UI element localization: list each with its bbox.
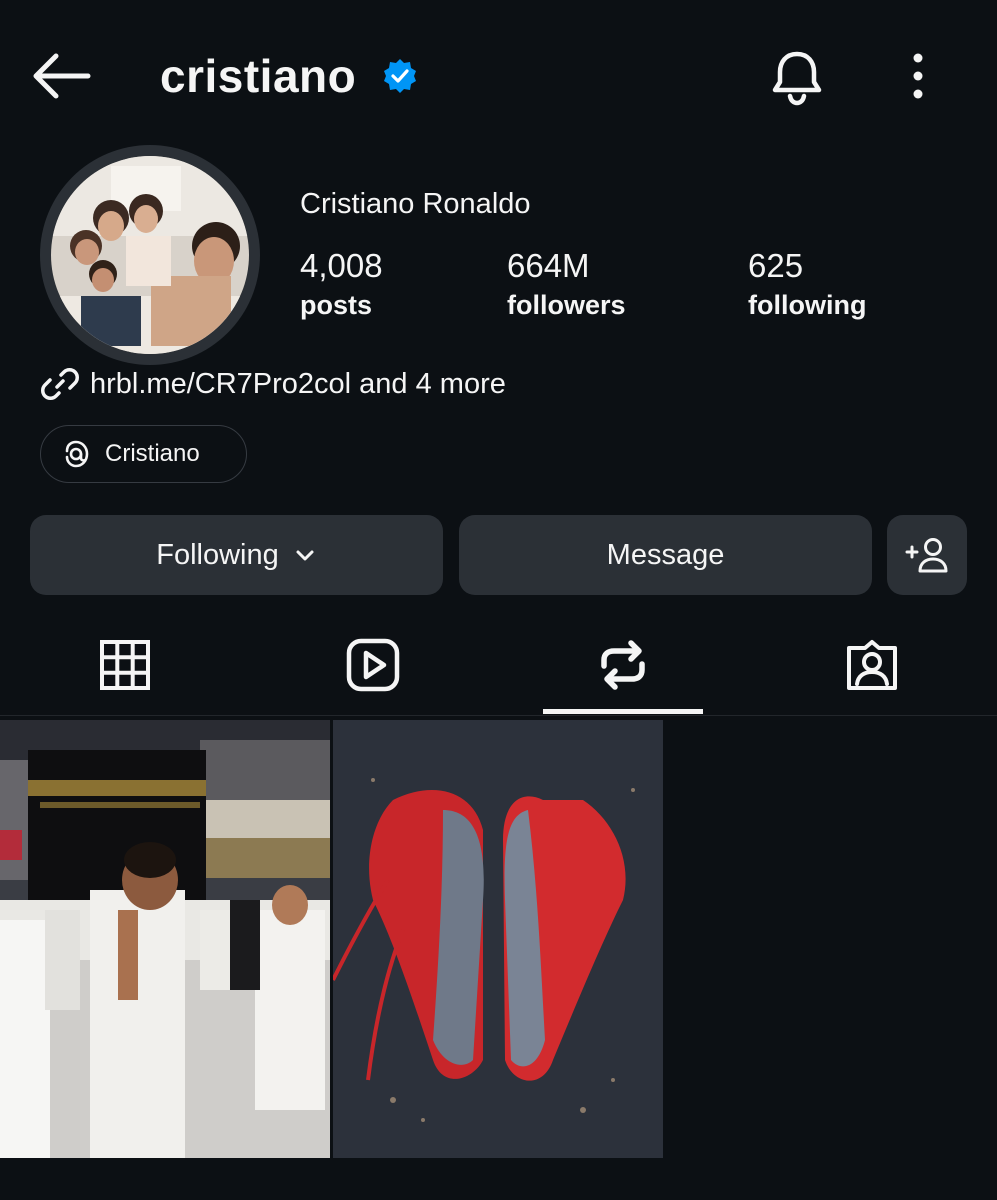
avatar[interactable] [51,156,249,354]
post-image-boots [333,720,663,1158]
stat-followers[interactable]: 664M followers [507,246,626,322]
reels-icon [346,638,400,692]
tab-tagged[interactable] [822,615,922,715]
more-options-button[interactable] [898,50,938,104]
profile-full-name: Cristiano Ronaldo [300,188,531,220]
tab-reposts[interactable] [573,615,673,715]
stat-value: 664M [507,247,590,284]
active-tab-indicator [543,709,703,714]
stat-label: followers [507,290,626,320]
stat-label: following [748,290,867,320]
profile-photo [51,156,249,354]
add-user-button[interactable] [887,515,967,595]
tab-reels[interactable] [323,615,423,715]
message-button-label: Message [606,538,725,571]
chevron-down-icon [296,550,314,561]
profile-tabs [0,615,997,716]
post-thumbnail[interactable] [0,720,330,1158]
post-image-mecca [0,720,330,1158]
profile-username: cristiano [160,50,357,102]
message-button[interactable]: Message [459,515,872,595]
bell-icon [772,51,822,106]
tagged-icon [847,640,897,690]
top-bar: cristiano [0,0,997,150]
avatar-ring[interactable] [40,145,260,365]
following-button[interactable]: Following [30,515,443,595]
link-icon [41,368,79,400]
threads-badge[interactable]: Cristiano [40,425,247,483]
post-thumbnail[interactable] [333,720,663,1158]
notifications-button[interactable] [766,48,828,108]
back-button[interactable] [28,50,92,102]
add-user-icon [905,538,948,573]
stat-label: posts [300,290,373,320]
threads-label: Cristiano [105,440,200,467]
more-vertical-icon [913,53,923,99]
verified-badge-icon [382,58,418,94]
post-grid [0,720,997,1160]
stat-value: 625 [748,247,804,284]
arrow-left-icon [33,53,91,99]
threads-icon [65,440,89,468]
grid-icon [100,640,150,690]
stat-value: 4,008 [300,247,383,284]
stat-posts[interactable]: 4,008 posts [300,246,383,322]
reposts-icon [601,640,645,690]
bio-link[interactable]: hrbl.me/CR7Pro2col and 4 more [40,362,506,406]
profile-page: cristiano Cristiano Ronaldo 4,008 posts … [0,0,997,1200]
tab-grid[interactable] [75,615,175,715]
following-button-label: Following [156,538,279,571]
bio-link-text: hrbl.me/CR7Pro2col and 4 more [90,367,506,400]
stat-following[interactable]: 625 following [748,246,866,322]
